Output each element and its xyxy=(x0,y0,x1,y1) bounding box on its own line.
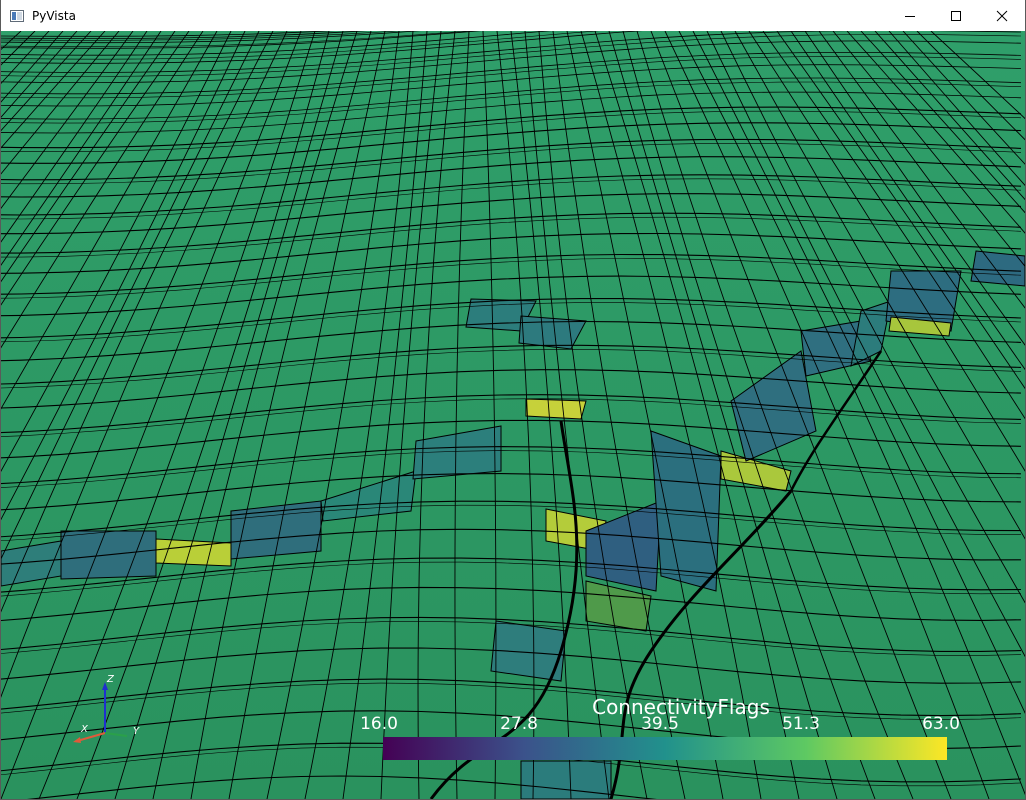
axis-y-label: Y xyxy=(133,726,140,737)
pyvista-window: PyVista Z X Y ConnectivityFlags 16.0 27.… xyxy=(0,0,1026,800)
render-viewport[interactable]: Z X Y ConnectivityFlags 16.0 27.8 39.5 5… xyxy=(1,31,1025,799)
colorbar-title: ConnectivityFlags xyxy=(592,695,770,719)
fault-block xyxy=(525,398,587,420)
maximize-icon xyxy=(951,10,961,21)
window-title: PyVista xyxy=(32,8,76,23)
window-controls xyxy=(887,0,1025,31)
colorbar-tick-4: 63.0 xyxy=(922,714,960,734)
axis-z-label: Z xyxy=(107,674,114,685)
orientation-axes-widget: Z X Y xyxy=(61,674,151,746)
minimize-button[interactable] xyxy=(887,0,933,31)
colorbar-tick-1: 27.8 xyxy=(500,714,538,734)
title-bar[interactable]: PyVista xyxy=(1,0,1025,32)
colorbar-tick-2: 39.5 xyxy=(641,714,679,734)
colorbar-tick-0: 16.0 xyxy=(360,714,398,734)
maximize-button[interactable] xyxy=(933,0,979,31)
app-icon xyxy=(9,8,25,24)
close-button[interactable] xyxy=(979,0,1025,31)
colorbar-gradient xyxy=(383,737,947,760)
colorbar-tick-3: 51.3 xyxy=(782,714,820,734)
axis-x-label: X xyxy=(81,724,88,735)
mesh-scene xyxy=(1,31,1025,799)
minimize-icon xyxy=(905,15,915,17)
close-icon xyxy=(996,10,1008,21)
